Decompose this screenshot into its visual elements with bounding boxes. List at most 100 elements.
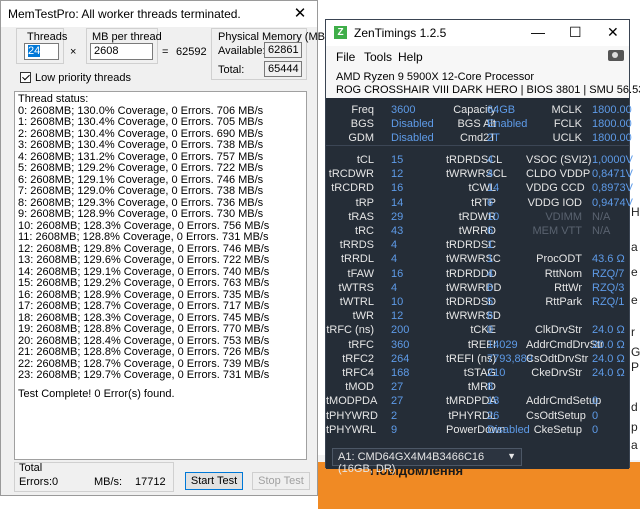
timing-value: 4: [391, 281, 398, 294]
thread-status-list: 0: 2608MB; 130.0% Coverage, 0 Errors. 70…: [15, 105, 306, 382]
threads-input[interactable]: 24: [24, 43, 59, 60]
timing-value: 4: [391, 239, 398, 252]
timing-value: 0: [592, 423, 599, 436]
timing-label: tWTRL: [339, 296, 374, 308]
timing-label: MEM VTT: [532, 225, 583, 237]
timing-value: 0: [592, 409, 599, 422]
screenshot-camera-icon[interactable]: [608, 50, 624, 61]
test-complete-text: Test Complete! 0 Error(s) found.: [18, 387, 175, 400]
mb-per-thread-input[interactable]: 2608: [90, 43, 153, 60]
timing-value: 0: [487, 324, 494, 337]
timing-label: ClkDrvStr: [534, 324, 582, 337]
timing-value: 14: [487, 182, 500, 195]
timing-value: 43.6 Ω: [592, 253, 625, 266]
thread-status-box[interactable]: Thread status: 0: 2608MB; 130.0% Coverag…: [14, 91, 307, 460]
mbs-value: 17712: [135, 476, 166, 488]
timing-label: tRCDRD: [331, 182, 374, 195]
timing-label: tWTRS: [338, 281, 374, 294]
timing-value: 2T: [487, 132, 500, 144]
timing-label: CLDO VDDP: [526, 168, 591, 181]
timing-label: tRCDWR: [328, 168, 374, 181]
timing-value: RZQ/7: [592, 267, 625, 280]
start-test-button[interactable]: Start Test: [185, 472, 243, 490]
timing-value: 16: [391, 267, 404, 280]
zentimings-title: ZenTimings 1.2.5: [354, 26, 447, 40]
timing-value: 0,8471V: [592, 168, 633, 181]
timing-label: tMOD: [345, 381, 374, 394]
timing-label: Freq: [351, 104, 374, 116]
timing-label: VSOC (SVI2): [526, 154, 592, 166]
timing-label: AddrCmdSetup: [526, 395, 602, 408]
timing-value: 1: [487, 253, 494, 266]
timing-value: 14029: [487, 338, 518, 351]
times-sign: ×: [70, 46, 77, 58]
thread-status-line: 5: 2608MB; 129.2% Coverage, 0 Errors. 72…: [18, 162, 264, 174]
timing-value: 4: [487, 267, 494, 280]
background-char: a: [631, 438, 638, 452]
timing-value: 10: [391, 296, 404, 308]
thread-status-line: 7: 2608MB; 129.0% Coverage, 0 Errors. 73…: [18, 185, 264, 197]
timing-label: GDM: [348, 132, 374, 144]
timing-value: 10: [487, 210, 500, 223]
timing-label: CkeSetup: [533, 423, 582, 436]
background-char: e: [631, 293, 638, 307]
total-group-label: Total: [19, 462, 43, 474]
timing-label: tRRDL: [340, 253, 374, 266]
available-value: 62861: [264, 42, 302, 58]
timing-label: tWR: [352, 310, 374, 323]
thread-status-line: 11: 2608MB; 128.8% Coverage, 0 Errors. 7…: [18, 231, 269, 243]
timing-label: tRFC: [348, 338, 374, 351]
timing-value: 8: [487, 381, 494, 394]
menu-file[interactable]: File: [336, 50, 355, 64]
timing-label: RttPark: [545, 296, 582, 308]
timing-label: tCL: [356, 154, 374, 166]
timing-value: 27: [391, 381, 404, 394]
timing-label: UCLK: [552, 132, 582, 144]
timing-value: 4: [487, 168, 494, 181]
low-priority-label: Low priority threads: [35, 72, 131, 84]
timing-value: 3600: [391, 104, 416, 116]
maximize-icon[interactable]: ☐: [569, 24, 582, 41]
dimm-select[interactable]: A1: CMD64GX4M4B3466C16 (16GB, DR) ▼: [332, 448, 522, 475]
background-char: G: [631, 345, 640, 359]
timing-value: 200: [391, 324, 410, 337]
timing-label: CsOdtDrvStr: [526, 352, 589, 365]
zentimings-titlebar: Z ZenTimings 1.2.5 — ☐ ✕: [326, 20, 629, 46]
timing-value: 1: [487, 239, 494, 252]
timing-value: 5: [487, 296, 494, 308]
low-priority-checkbox[interactable]: [20, 72, 31, 83]
memtest-titlebar: MemTestPro: All worker threads terminate…: [1, 1, 317, 27]
timing-value: 6: [487, 196, 494, 209]
memtest-title: MemTestPro: All worker threads terminate…: [8, 7, 241, 21]
timing-value: 1800.00: [592, 118, 632, 130]
zentimings-menubar: File Tools Help: [326, 46, 629, 68]
timing-label: tPHYWRL: [326, 423, 377, 436]
timing-value: 0: [592, 395, 599, 408]
timing-value: 168: [391, 367, 410, 379]
timing-value: 1800.00: [592, 104, 632, 116]
background-char: P: [631, 360, 640, 374]
menu-help[interactable]: Help: [398, 50, 423, 64]
zentimings-window: Z ZenTimings 1.2.5 — ☐ ✕ File Tools Help…: [325, 19, 640, 475]
close-icon[interactable]: ✕: [607, 24, 619, 41]
timing-value: 20.0 Ω: [592, 338, 625, 351]
menu-tools[interactable]: Tools: [364, 50, 392, 64]
thread-status-line: 15: 2608MB; 129.2% Coverage, 0 Errors. 7…: [18, 277, 270, 289]
background-char: r: [631, 325, 635, 339]
close-icon[interactable]: ✕: [289, 3, 311, 25]
timing-value: 16: [391, 182, 404, 195]
thread-status-line: 21: 2608MB; 128.8% Coverage, 0 Errors. 7…: [18, 346, 270, 358]
background-char: d: [631, 400, 638, 414]
thread-status-line: 3: 2608MB; 130.4% Coverage, 0 Errors. 73…: [18, 139, 264, 151]
timing-label: VDDG CCD: [526, 182, 585, 195]
timing-label: tFAW: [347, 267, 374, 280]
timing-label: CsOdtSetup: [526, 409, 586, 422]
stop-test-button[interactable]: Stop Test: [252, 472, 310, 490]
timing-value: 210: [487, 367, 506, 379]
minimize-icon[interactable]: —: [531, 24, 545, 40]
memtest-window: MemTestPro: All worker threads terminate…: [0, 0, 329, 496]
timing-value: 29: [391, 210, 404, 223]
cpu-name: AMD Ryzen 9 5900X 12-Core Processor: [336, 71, 535, 83]
timing-value: 12: [391, 310, 404, 323]
thread-status-heading: Thread status:: [18, 93, 89, 105]
